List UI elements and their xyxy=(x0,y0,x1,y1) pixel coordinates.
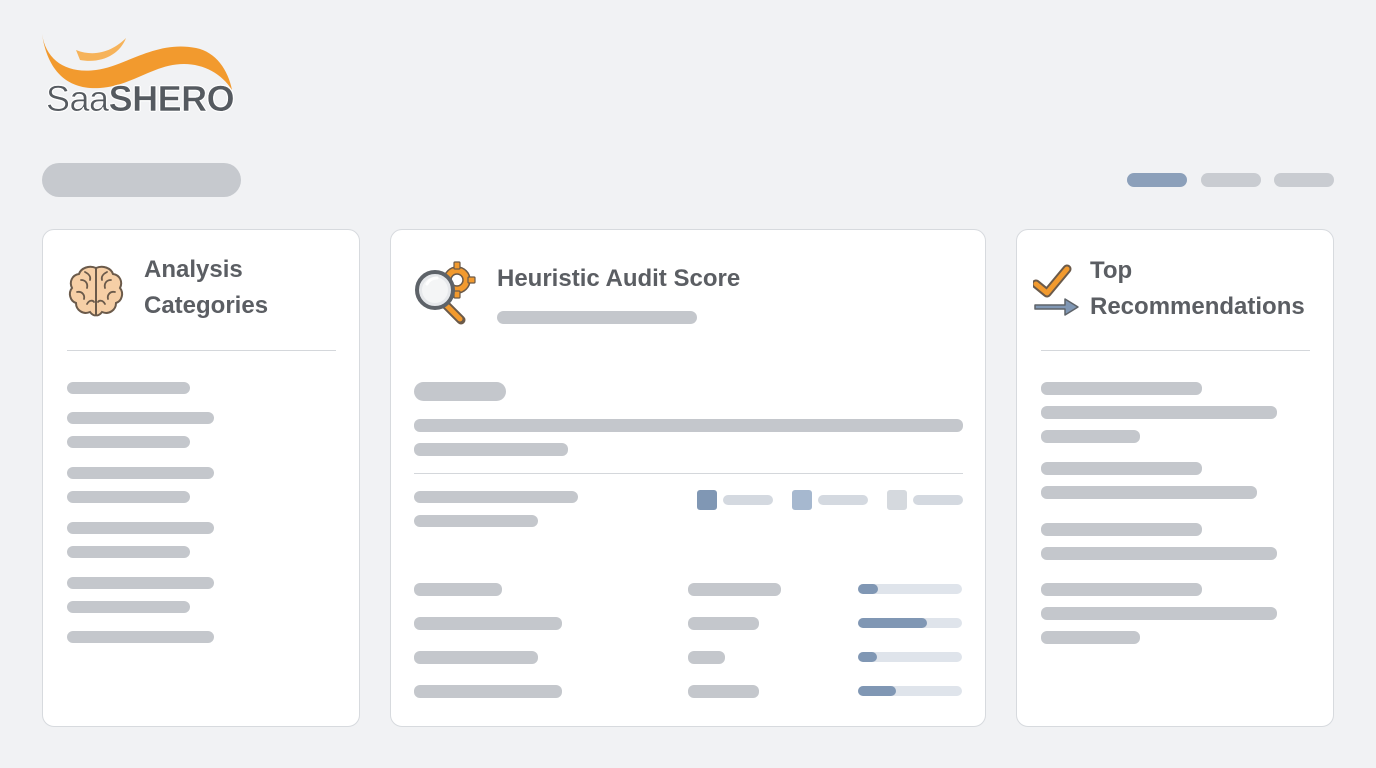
summary-line-placeholder xyxy=(414,443,568,456)
card-divider xyxy=(414,473,963,474)
recommendation-item-placeholder[interactable] xyxy=(1041,486,1257,499)
analysis-card-title-line1: Analysis xyxy=(144,256,243,283)
score-row-label-placeholder xyxy=(414,583,502,596)
top-recommendations-card: Top Recommendations xyxy=(1016,229,1334,727)
score-progress-fill xyxy=(858,618,927,628)
legend-label-placeholder xyxy=(913,495,963,505)
magnifier-gear-icon xyxy=(415,261,476,325)
legend-swatch-dark xyxy=(697,490,717,510)
recommendation-item-placeholder[interactable] xyxy=(1041,607,1277,620)
recommendation-item-placeholder[interactable] xyxy=(1041,631,1140,644)
recommendation-item-placeholder[interactable] xyxy=(1041,430,1140,443)
legend-swatch-medium xyxy=(792,490,812,510)
score-row-label-placeholder xyxy=(414,685,562,698)
breakdown-label-placeholder xyxy=(414,491,578,503)
view-tab-1[interactable] xyxy=(1127,173,1187,187)
score-progress-bar xyxy=(858,686,962,696)
legend-label-placeholder xyxy=(818,495,868,505)
logo-text-regular: Saa xyxy=(46,78,110,120)
category-item-placeholder[interactable] xyxy=(67,631,214,643)
audit-subtitle-placeholder xyxy=(497,311,697,324)
recommendation-item-placeholder[interactable] xyxy=(1041,523,1202,536)
view-tab-3[interactable] xyxy=(1274,173,1334,187)
score-row-value-placeholder xyxy=(688,583,781,596)
saashero-logo[interactable]: SaaSHERO xyxy=(36,30,246,122)
score-row-label-placeholder xyxy=(414,651,538,664)
category-item-placeholder[interactable] xyxy=(67,412,214,424)
recommendation-item-placeholder[interactable] xyxy=(1041,547,1277,560)
summary-line-placeholder xyxy=(414,419,963,432)
brain-icon xyxy=(68,265,124,317)
recommendation-item-placeholder[interactable] xyxy=(1041,406,1277,419)
recommendations-card-title-line1: Top xyxy=(1090,257,1133,284)
category-item-placeholder[interactable] xyxy=(67,382,190,394)
view-tab-2[interactable] xyxy=(1201,173,1261,187)
score-progress-bar xyxy=(858,584,962,594)
overall-score-placeholder xyxy=(414,382,506,401)
card-divider xyxy=(67,350,336,351)
score-progress-fill xyxy=(858,584,878,594)
analysis-categories-card: Analysis Categories xyxy=(42,229,360,727)
score-row-value-placeholder xyxy=(688,617,759,630)
card-divider xyxy=(1041,350,1310,351)
logo-wordmark: SaaSHERO xyxy=(46,78,235,120)
score-row-value-placeholder xyxy=(688,685,759,698)
category-item-placeholder[interactable] xyxy=(67,467,214,479)
score-progress-fill xyxy=(858,652,877,662)
score-row-label-placeholder xyxy=(414,617,562,630)
score-row-value-placeholder xyxy=(688,651,725,664)
page-heading-placeholder xyxy=(42,163,241,197)
legend-swatch-light xyxy=(887,490,907,510)
category-item-placeholder[interactable] xyxy=(67,491,190,503)
check-arrow-icon xyxy=(1033,264,1079,316)
score-progress-bar xyxy=(858,652,962,662)
legend-label-placeholder xyxy=(723,495,773,505)
recommendations-card-title-line2: Recommendations xyxy=(1090,293,1305,320)
category-item-placeholder[interactable] xyxy=(67,436,190,448)
recommendation-item-placeholder[interactable] xyxy=(1041,583,1202,596)
category-item-placeholder[interactable] xyxy=(67,577,214,589)
analysis-card-title-line2: Categories xyxy=(144,292,269,319)
category-item-placeholder[interactable] xyxy=(67,546,190,558)
breakdown-label-placeholder xyxy=(414,515,538,527)
recommendation-item-placeholder[interactable] xyxy=(1041,382,1202,395)
category-item-placeholder[interactable] xyxy=(67,522,214,534)
category-item-placeholder[interactable] xyxy=(67,601,190,613)
score-progress-fill xyxy=(858,686,897,696)
audit-card-title: Heuristic Audit Score xyxy=(497,265,741,292)
score-progress-bar xyxy=(858,618,962,628)
logo-text-bold: SHERO xyxy=(108,78,235,120)
recommendation-item-placeholder[interactable] xyxy=(1041,462,1202,475)
page: SaaSHERO Analysis Categories Heuristic A… xyxy=(0,0,1376,768)
heuristic-audit-score-card: Heuristic Audit Score xyxy=(390,229,986,727)
